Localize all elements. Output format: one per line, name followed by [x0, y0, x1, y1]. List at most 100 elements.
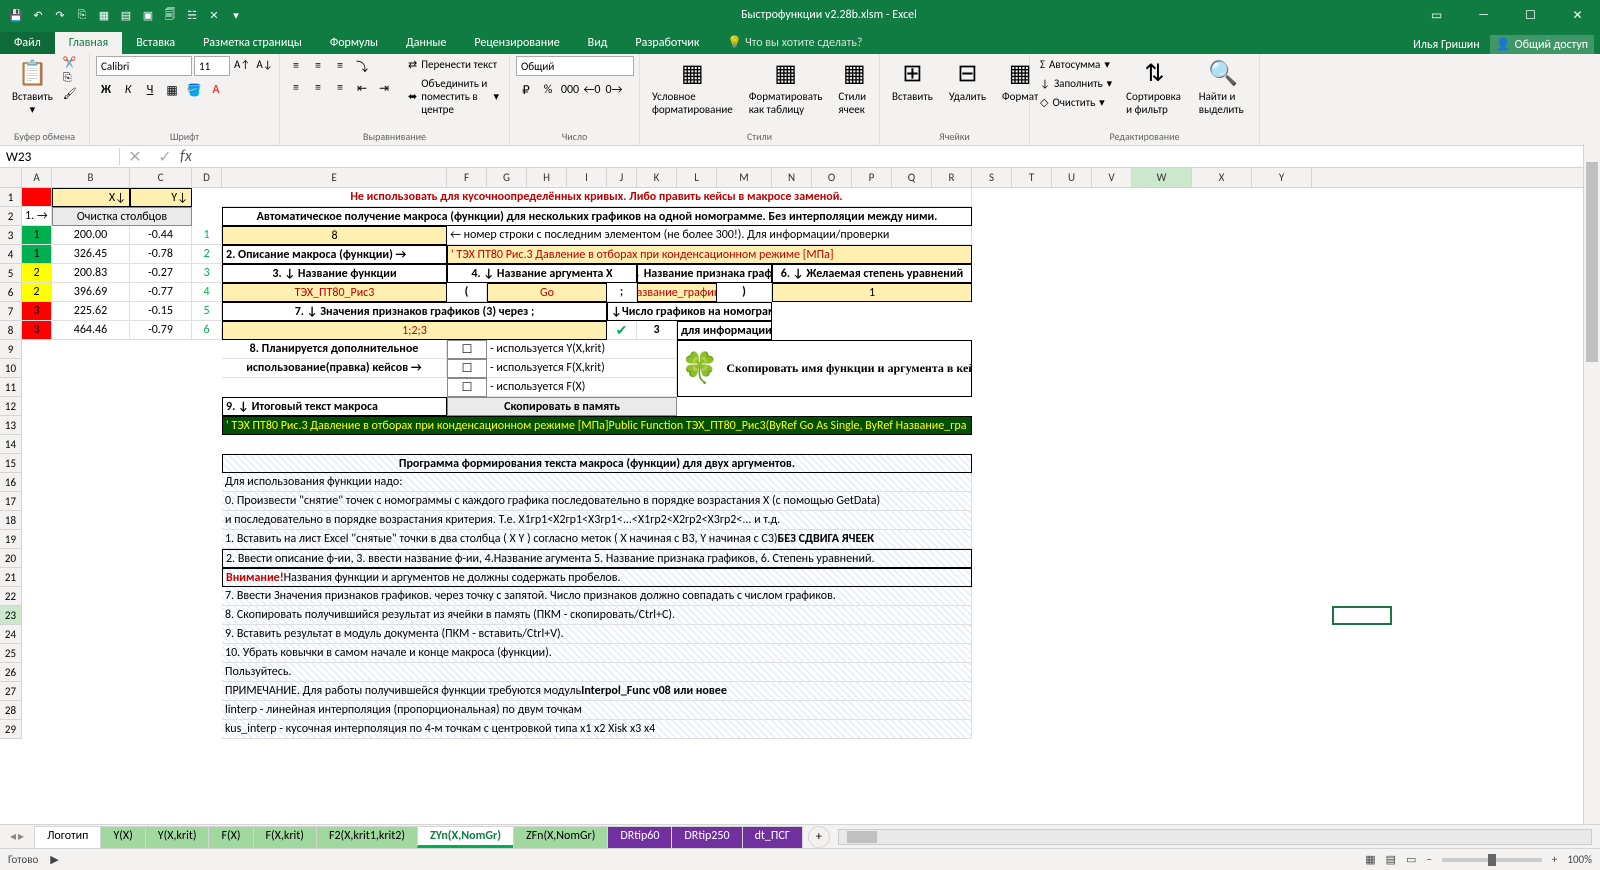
sort-filter-button[interactable]: ⇅Сортировка и фильтр [1120, 56, 1189, 118]
cell[interactable]: 2 [22, 283, 52, 302]
cell[interactable]: Y↓ [130, 188, 192, 207]
row-header[interactable]: 26 [0, 663, 22, 682]
add-sheet-button[interactable]: + [808, 826, 830, 848]
cancel-fx-icon[interactable]: ✕ [128, 147, 141, 167]
font-color-button[interactable]: A [206, 80, 226, 100]
cell[interactable]: 3 [192, 264, 222, 283]
cell[interactable]: 5. ↓ Название признака графика [637, 264, 772, 283]
cell[interactable]: 4. ↓ Название аргумента X [447, 264, 637, 283]
row-header[interactable]: 9 [0, 340, 22, 359]
cond-format-button[interactable]: ▦Условное форматирование [646, 56, 739, 118]
tab-home[interactable]: Главная [55, 32, 122, 54]
cell[interactable]: 8. Скопировать получившийся результат из… [222, 606, 972, 625]
col-header[interactable]: J [607, 168, 637, 187]
ribbon-options-icon[interactable]: ▭ [1414, 0, 1459, 30]
row-header[interactable]: 17 [0, 492, 22, 511]
col-header[interactable]: U [1052, 168, 1092, 187]
cell[interactable]: 3. ↓ Название функции [222, 264, 447, 283]
sheet-tab[interactable]: ZYn(X,NomGr) [417, 826, 514, 848]
bold-button[interactable]: Ж [96, 80, 116, 100]
qa-icon[interactable]: ▦ [96, 7, 112, 23]
qa-icon[interactable]: 🗐 [162, 7, 178, 23]
select-all-corner[interactable] [0, 168, 22, 187]
confirm-fx-icon[interactable]: ✓ [158, 147, 171, 167]
row-header[interactable]: 7 [0, 302, 22, 321]
cell[interactable]: 6 [192, 321, 222, 340]
inc-dec-icon[interactable]: ←0 [582, 80, 602, 100]
col-header[interactable]: N [772, 168, 812, 187]
font-name-select[interactable] [96, 56, 192, 76]
cell[interactable]: ↓Число графиков на номограмме [607, 302, 772, 321]
cell[interactable]: 200.83 [52, 264, 130, 283]
row-header[interactable]: 22 [0, 587, 22, 606]
cell[interactable]: kus_interp - кусочная интерполяция по 4-… [222, 720, 972, 739]
tab-developer[interactable]: Разработчик [621, 32, 713, 54]
zoom-in-icon[interactable]: + [1552, 853, 1557, 866]
tab-layout[interactable]: Разметка страницы [189, 32, 316, 54]
col-header[interactable]: S [972, 168, 1012, 187]
tab-review[interactable]: Рецензирование [460, 32, 573, 54]
cell[interactable]: ( [447, 283, 487, 302]
cell[interactable]: 9. Вставить результат в модуль документа… [222, 625, 972, 644]
align-center-icon[interactable]: ≡ [308, 78, 328, 98]
cell[interactable]: ' ТЭХ ПТ80 Рис.3 Давление в отборах при … [447, 245, 972, 264]
tab-insert[interactable]: Вставка [122, 32, 189, 54]
clear-cols-button[interactable]: Очистка столбцов [52, 207, 192, 226]
format-painter-icon[interactable]: 🖌 [63, 87, 77, 100]
row-header[interactable]: 18 [0, 511, 22, 530]
cell[interactable]: 0. Произвести "снятие" точек с номограмм… [222, 492, 972, 511]
cell[interactable]: 200.00 [52, 226, 130, 245]
currency-icon[interactable]: ₽ [516, 80, 536, 100]
underline-button[interactable]: Ч [140, 80, 160, 100]
cell[interactable]: 3 [22, 302, 52, 321]
row-header[interactable]: 1 [0, 188, 22, 207]
tab-file[interactable]: Файл [0, 32, 55, 54]
cell[interactable]: -0.77 [130, 283, 192, 302]
redo-icon[interactable]: ↷ [52, 7, 68, 23]
cell[interactable]: Go [487, 283, 607, 302]
cell[interactable]: 1;2;3 [222, 321, 607, 340]
paste-button[interactable]: 📋Вставить▾ [6, 56, 59, 118]
cell[interactable]: ✔ [607, 321, 637, 340]
warning-text[interactable]: Не использовать для кусочноопределённых … [222, 188, 972, 207]
view-layout-icon[interactable]: ▤ [1386, 853, 1396, 866]
tab-nav-next-icon[interactable]: ▸ [18, 829, 24, 844]
vertical-scrollbar[interactable] [1583, 144, 1600, 824]
col-header[interactable]: W [1132, 168, 1192, 187]
col-header[interactable]: R [932, 168, 972, 187]
row-header[interactable]: 19 [0, 530, 22, 549]
row-header[interactable]: 15 [0, 454, 22, 473]
col-header[interactable]: G [487, 168, 527, 187]
cell[interactable]: 464.46 [52, 321, 130, 340]
row-header[interactable]: 27 [0, 682, 22, 701]
insert-cell-button[interactable]: ⊞Вставить [886, 56, 939, 105]
merge-center-button[interactable]: ⬌ Объединить и поместить в центре ▾ [404, 75, 503, 118]
sheet-tab[interactable]: ZFn(X,NomGr) [513, 826, 608, 848]
col-header[interactable]: P [852, 168, 892, 187]
cell[interactable]: ; [607, 283, 637, 302]
col-header[interactable]: C [130, 168, 192, 187]
wrap-text-button[interactable]: ⇄ Перенести текст [404, 56, 503, 73]
row-header[interactable]: 21 [0, 568, 22, 587]
row-header[interactable]: 24 [0, 625, 22, 644]
row-header[interactable]: 2 [0, 207, 22, 226]
cell[interactable]: 1 [22, 226, 52, 245]
row-header[interactable]: 5 [0, 264, 22, 283]
cell[interactable]: 1. → [22, 207, 52, 226]
cell[interactable]: 326.45 [52, 245, 130, 264]
col-header[interactable]: O [812, 168, 852, 187]
cell[interactable]: 8. Планируется дополнительное [222, 340, 447, 359]
zoom-out-icon[interactable]: − [1426, 853, 1431, 866]
dec-dec-icon[interactable]: 0→ [604, 80, 624, 100]
tab-view[interactable]: Вид [574, 32, 622, 54]
row-header[interactable]: 12 [0, 397, 22, 416]
row-header[interactable]: 6 [0, 283, 22, 302]
cell[interactable]: 1 [772, 283, 972, 302]
cell[interactable]: - используется F(X) [487, 378, 677, 397]
copy-name-button[interactable]: 🍀Скопировать имя функции и аргумента в к… [677, 340, 972, 397]
cell[interactable]: 2. Описание макроса (функции) → [222, 245, 447, 264]
row-header[interactable]: 20 [0, 549, 22, 568]
format-table-button[interactable]: ▦Форматировать как таблицу [743, 56, 829, 118]
align-mid-icon[interactable]: ≡ [308, 56, 328, 76]
col-header[interactable]: V [1092, 168, 1132, 187]
